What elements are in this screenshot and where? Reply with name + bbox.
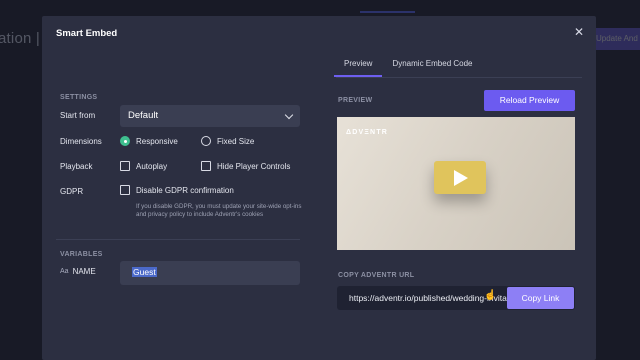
variables-section-label: VARIABLES — [60, 251, 103, 258]
checkbox-icon — [201, 161, 211, 171]
dimensions-fixed-option[interactable]: Fixed Size — [201, 136, 254, 146]
radio-icon — [201, 136, 211, 146]
playback-label: Playback — [60, 162, 93, 171]
start-from-label: Start from — [60, 111, 96, 120]
gdpr-note: If you disable GDPR, you must update you… — [136, 203, 302, 219]
close-icon[interactable]: ✕ — [574, 25, 584, 39]
start-from-value: Default — [128, 110, 159, 121]
dimensions-label: Dimensions — [60, 137, 102, 146]
dimensions-responsive-option[interactable]: Responsive — [120, 136, 178, 146]
fixed-size-label: Fixed Size — [217, 136, 255, 146]
disable-gdpr-checkbox[interactable]: Disable GDPR confirmation — [120, 185, 234, 195]
start-from-select[interactable]: Default — [120, 105, 300, 127]
disable-gdpr-label: Disable GDPR confirmation — [136, 185, 234, 195]
smart-embed-modal: Smart Embed ✕ SETTINGS Start from Defaul… — [42, 16, 596, 360]
preview-section-label: PREVIEW — [338, 97, 373, 104]
autoplay-checkbox[interactable]: Autoplay — [120, 161, 167, 171]
responsive-label: Responsive — [136, 136, 178, 146]
copy-link-button[interactable]: Copy Link — [507, 287, 574, 309]
modal-title: Smart Embed — [56, 28, 118, 39]
copy-url-section-label: COPY ADVENTR URL — [338, 272, 415, 279]
hide-controls-label: Hide Player Controls — [217, 161, 291, 171]
text-type-icon: Aa — [60, 268, 69, 275]
play-icon[interactable] — [434, 161, 486, 194]
radio-selected-icon — [120, 136, 130, 146]
adventr-logo: ΔDVΞNTR — [346, 129, 389, 136]
hide-player-controls-checkbox[interactable]: Hide Player Controls — [201, 161, 290, 171]
autoplay-label: Autoplay — [136, 161, 168, 171]
name-value: Guest — [132, 267, 157, 277]
tab-dynamic-embed-code[interactable]: Dynamic Embed Code — [382, 57, 482, 77]
reload-preview-button[interactable]: Reload Preview — [484, 90, 575, 111]
checkbox-icon — [120, 161, 130, 171]
gdpr-label: GDPR — [60, 187, 84, 196]
name-variable-input[interactable]: Guest — [120, 261, 300, 285]
name-variable-label: Aa NAME — [60, 267, 96, 276]
settings-section-label: SETTINGS — [60, 94, 98, 101]
hand-cursor-icon: ☝ — [484, 290, 497, 301]
name-label: NAME — [72, 267, 96, 276]
checkbox-icon — [120, 185, 130, 195]
chevron-down-icon — [284, 110, 294, 120]
embed-tabs: Preview Dynamic Embed Code — [334, 57, 483, 77]
tabs-divider — [336, 77, 582, 78]
video-preview[interactable]: ΔDVΞNTR — [337, 117, 575, 250]
tab-preview[interactable]: Preview — [334, 57, 383, 77]
section-divider — [56, 239, 300, 240]
